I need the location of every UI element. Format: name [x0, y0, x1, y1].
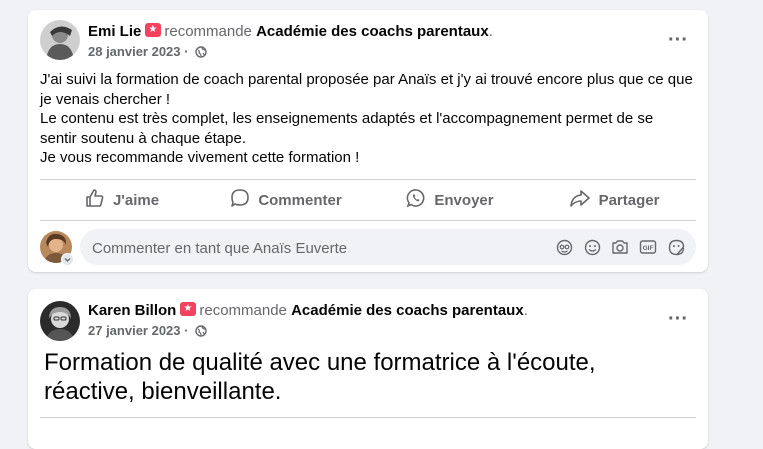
send-button[interactable]: Envoyer: [368, 180, 532, 220]
more-options-icon[interactable]: ···: [664, 30, 692, 57]
post-text: J'ai suivi la formation de coach parenta…: [40, 70, 694, 168]
gif-icon[interactable]: GIF: [634, 237, 662, 257]
recommend-verb: recommande: [199, 302, 287, 319]
share-button[interactable]: Partager: [532, 180, 696, 220]
comment-button[interactable]: Commenter: [204, 180, 368, 220]
sticker-icon[interactable]: [662, 237, 690, 257]
post-header: Karen Billon recommande Académie des coac…: [88, 302, 648, 319]
divider: [40, 417, 696, 418]
recommend-badge-icon: [145, 23, 162, 37]
comment-label: Commenter: [258, 191, 342, 209]
globe-icon[interactable]: [195, 46, 207, 61]
post-text-line: J'ai suivi la formation de coach parenta…: [40, 71, 693, 108]
avatar-sticker-icon[interactable]: [550, 237, 578, 257]
header-period: .: [488, 23, 493, 40]
whatsapp-icon: [406, 188, 434, 212]
post-meta: 27 janvier 2023 ·: [88, 323, 207, 340]
post-meta: 28 janvier 2023 ·: [88, 44, 207, 61]
author-avatar[interactable]: [40, 301, 80, 341]
comment-tools: GIF: [550, 237, 690, 257]
share-arrow-icon: [569, 188, 599, 212]
post-card: Emi Lie recommande Académie des coachs pa…: [28, 10, 708, 272]
recommend-badge-icon: [180, 302, 197, 316]
author-avatar[interactable]: [40, 20, 80, 60]
more-options-icon[interactable]: ···: [664, 309, 692, 336]
post-date[interactable]: 28 janvier 2023: [88, 44, 181, 59]
post-text: Formation de qualité avec une formatrice…: [44, 349, 596, 405]
meta-separator: ·: [184, 323, 189, 338]
thumbs-up-icon: [85, 188, 113, 212]
author-name[interactable]: Emi Lie: [88, 23, 141, 40]
meta-separator: ·: [184, 44, 189, 59]
divider: [40, 220, 696, 221]
account-switcher-icon[interactable]: [61, 253, 74, 266]
camera-icon[interactable]: [606, 237, 634, 257]
author-name[interactable]: Karen Billon: [88, 302, 176, 319]
comment-input[interactable]: [90, 229, 414, 267]
comment-box: GIF: [80, 229, 696, 267]
send-label: Envoyer: [434, 191, 494, 209]
action-bar: J'aime Commenter Envoyer Partager: [40, 180, 696, 220]
like-label: J'aime: [112, 191, 160, 209]
recommend-verb: recommande: [164, 23, 252, 40]
post-card: Karen Billon recommande Académie des coac…: [28, 289, 708, 449]
header-period: .: [523, 302, 528, 319]
page-name[interactable]: Académie des coachs parentaux: [256, 23, 489, 40]
like-button[interactable]: J'aime: [40, 180, 204, 220]
emoji-icon[interactable]: [578, 237, 606, 257]
svg-text:GIF: GIF: [643, 245, 654, 252]
post-date[interactable]: 27 janvier 2023: [88, 323, 181, 338]
share-label: Partager: [598, 191, 660, 209]
post-header: Emi Lie recommande Académie des coachs pa…: [88, 23, 648, 40]
post-text-line: Le contenu est très complet, les enseign…: [40, 110, 654, 147]
post-text-line: Je vous recommande vivement cette format…: [40, 149, 360, 166]
comment-bubble-icon: [230, 188, 258, 212]
page-name[interactable]: Académie des coachs parentaux: [291, 302, 524, 319]
globe-icon[interactable]: [195, 325, 207, 340]
